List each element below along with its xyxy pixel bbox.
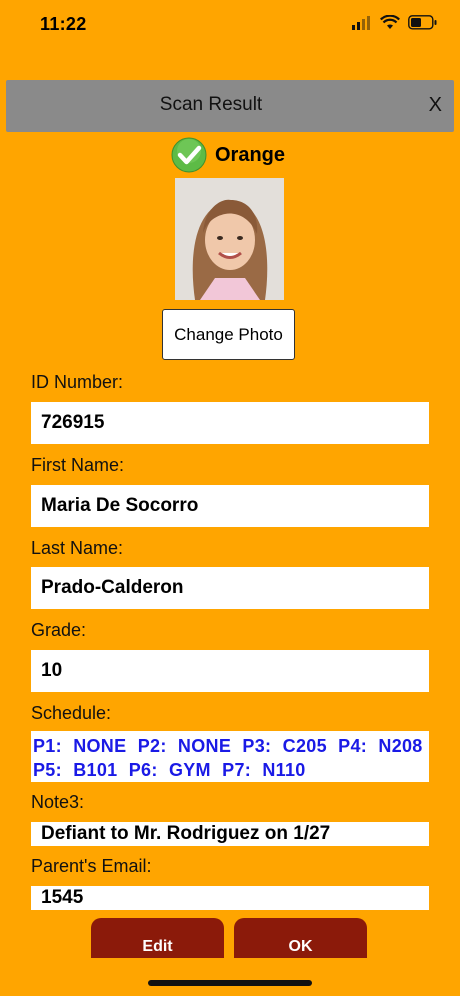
check-icon [171, 137, 207, 173]
status-icons [352, 15, 438, 30]
close-button[interactable]: X [429, 94, 442, 117]
status-time: 11:22 [40, 14, 87, 34]
status-bar: 11:22 [0, 0, 460, 50]
grade-label: Grade: [31, 620, 87, 640]
house-status: Orange [171, 137, 285, 173]
schedule-field[interactable]: P1: NONE P2: NONE P3: C205 P4: N208 P5: … [31, 731, 429, 782]
id-number-field[interactable]: 726915 [31, 402, 429, 444]
student-photo [175, 178, 284, 300]
first-name-label: First Name: [31, 455, 125, 475]
note3-label: Note3: [31, 792, 85, 812]
ok-button[interactable]: OK [234, 918, 367, 958]
edit-button[interactable]: Edit [91, 918, 224, 958]
scan-result-header: Scan Result X [6, 80, 454, 132]
grade-field[interactable]: 10 [31, 650, 429, 692]
first-name-field[interactable]: Maria De Socorro [31, 485, 429, 527]
page-title: Scan Result [159, 94, 263, 115]
last-name-label: Last Name: [31, 538, 124, 558]
home-indicator [148, 980, 312, 986]
parent-email-field[interactable]: 1545 [31, 886, 429, 910]
wifi-icon [380, 15, 400, 29]
battery-icon [408, 15, 437, 30]
house-label: Orange [215, 143, 286, 166]
schedule-label: Schedule: [31, 703, 112, 723]
parent-email-label: Parent's Email: [31, 856, 152, 876]
cellular-signal-icon [352, 15, 370, 30]
note3-field[interactable]: Defiant to Mr. Rodriguez on 1/27 [31, 822, 429, 846]
change-photo-button[interactable]: Change Photo [162, 309, 295, 360]
id-number-label: ID Number: [31, 372, 124, 392]
student-photo-image [175, 178, 284, 300]
last-name-field[interactable]: Prado-Calderon [31, 567, 429, 609]
